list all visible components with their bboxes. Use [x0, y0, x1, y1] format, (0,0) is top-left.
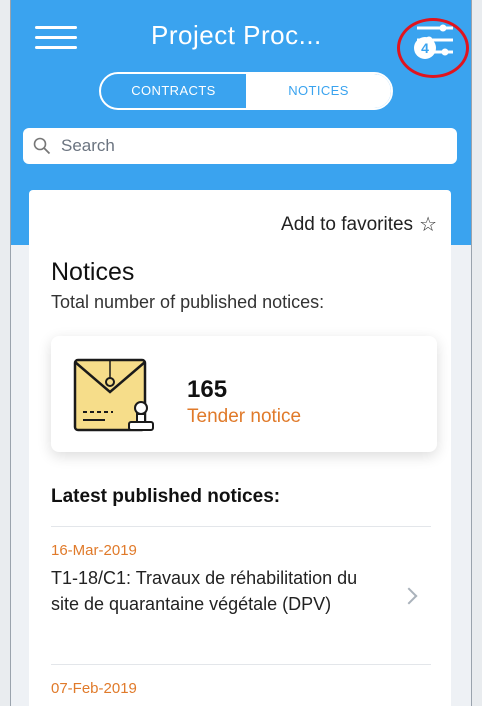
tab-notices[interactable]: NOTICES [246, 74, 391, 108]
app-screen: Project Proc... 4 CONTRACTS NOTICES Add [10, 0, 472, 706]
tender-notice-count: 165 [187, 376, 228, 403]
total-published-label: Total number of published notices: [51, 292, 325, 312]
tender-notice-stat[interactable]: 165 Tender notice [51, 336, 437, 452]
hamburger-menu-icon[interactable] [35, 24, 77, 52]
chevron-right-icon [400, 587, 418, 605]
search-input[interactable] [59, 135, 443, 157]
notice-date: 16-Mar-2019 [51, 542, 137, 559]
search-icon [33, 137, 51, 155]
search-bar[interactable] [23, 128, 457, 164]
latest-notices-title: Latest published notices: [51, 486, 281, 507]
segmented-tabs: CONTRACTS NOTICES [99, 72, 393, 110]
tender-notice-label: Tender notice [187, 406, 302, 427]
notice-date: 07-Feb-2019 [51, 680, 137, 697]
list-item[interactable]: 16-Mar-2019 T1-18/C1: Travaux de réhabil… [51, 542, 431, 617]
notices-card: Add to favorites ☆ Notices Total number … [29, 190, 451, 706]
divider [51, 664, 431, 665]
list-item[interactable]: 07-Feb-2019 [51, 680, 431, 697]
section-title: Notices [51, 258, 135, 286]
envelope-stamp-icon [73, 358, 154, 432]
filter-count-badge: 4 [414, 37, 436, 59]
divider [51, 526, 431, 527]
filter-button[interactable]: 4 [395, 14, 469, 78]
app-header: Project Proc... 4 [11, 0, 471, 78]
tab-contracts[interactable]: CONTRACTS [101, 74, 246, 108]
favorites-label: Add to favorites [281, 213, 414, 235]
star-outline-icon: ☆ [419, 214, 437, 236]
page-title: Project Proc... [151, 20, 322, 50]
notice-title: T1-18/C1: Travaux de réhabilitation du s… [51, 568, 358, 614]
add-to-favorites-button[interactable]: Add to favorites ☆ [281, 212, 437, 237]
